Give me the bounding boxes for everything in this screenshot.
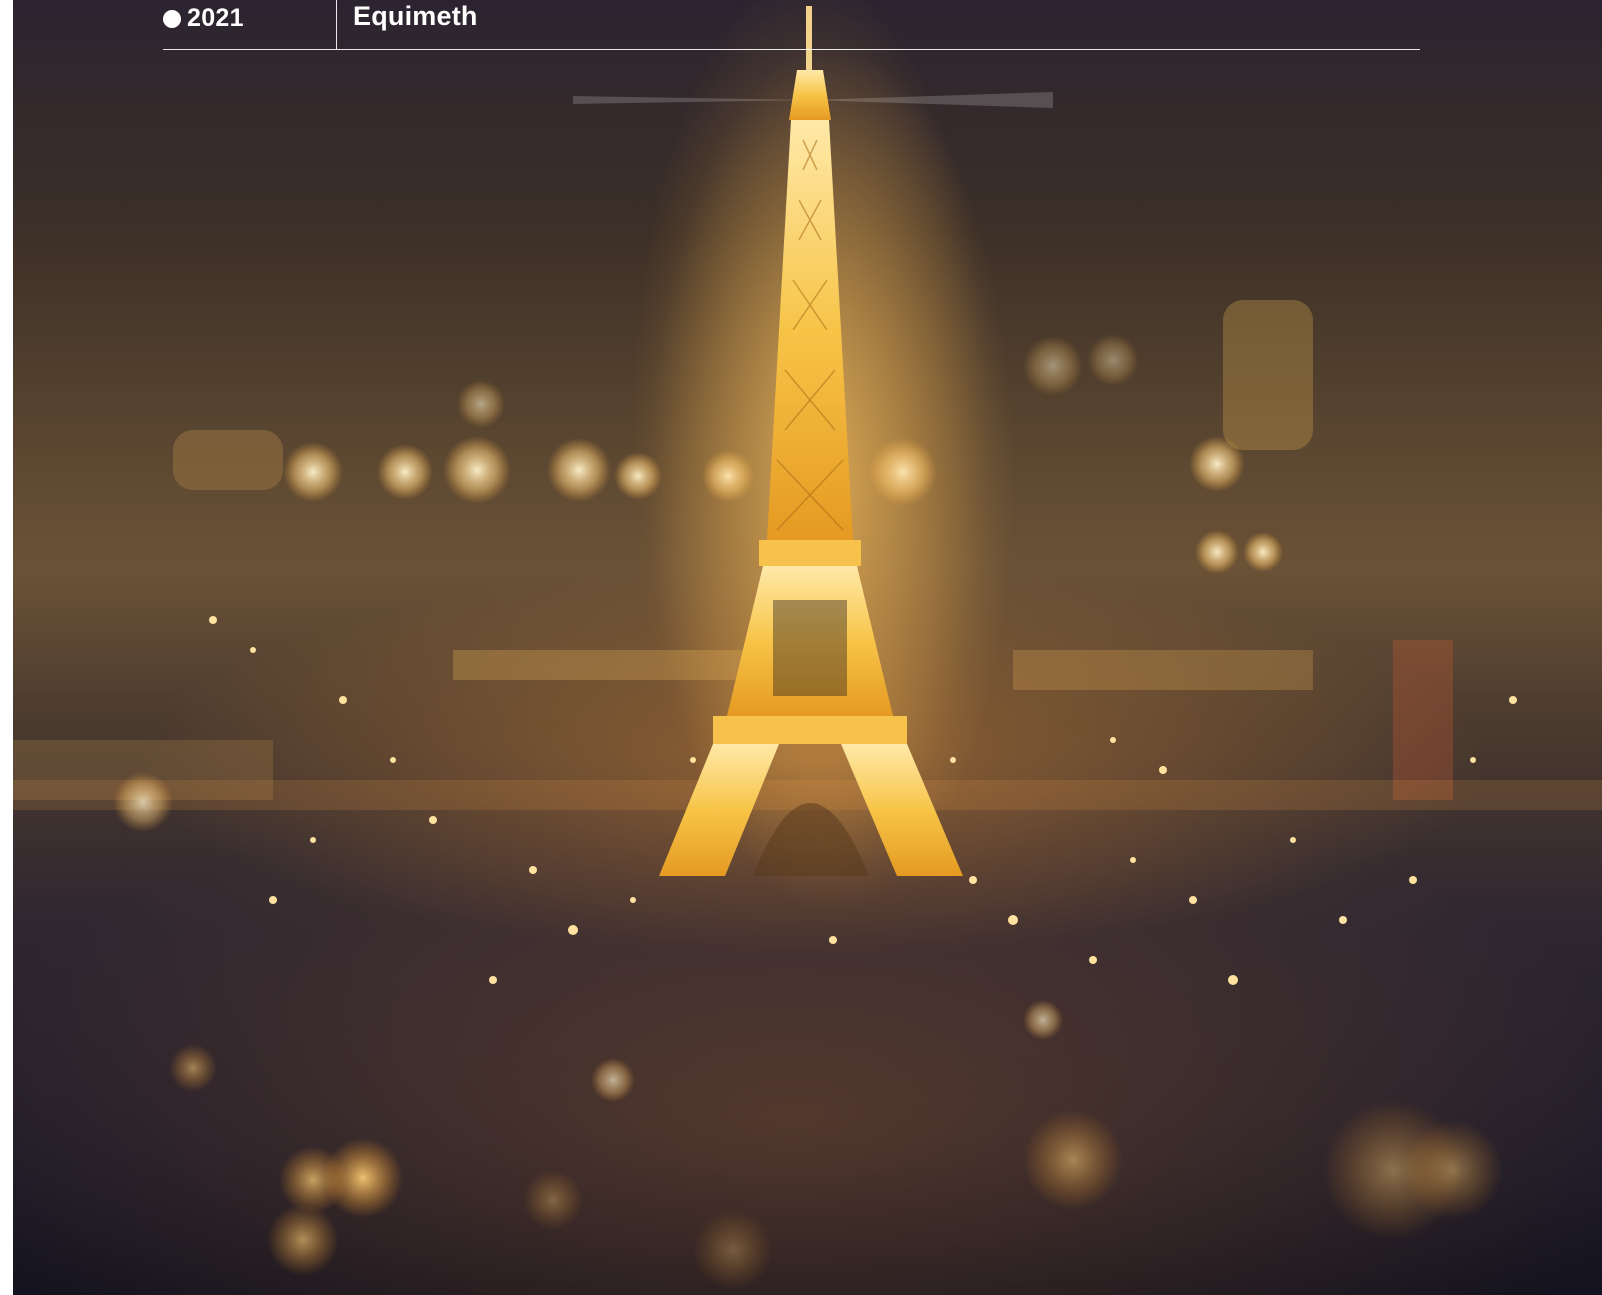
cover-header: 2021 Equimeth (163, 0, 1420, 50)
eiffel-tower-icon (573, 0, 1053, 890)
report-year: 2021 (187, 4, 244, 32)
bullet-dot-icon (163, 9, 181, 28)
year-cell: 2021 (163, 0, 337, 49)
cover-photo (13, 0, 1602, 1295)
brand-name: Equimeth (353, 1, 478, 31)
